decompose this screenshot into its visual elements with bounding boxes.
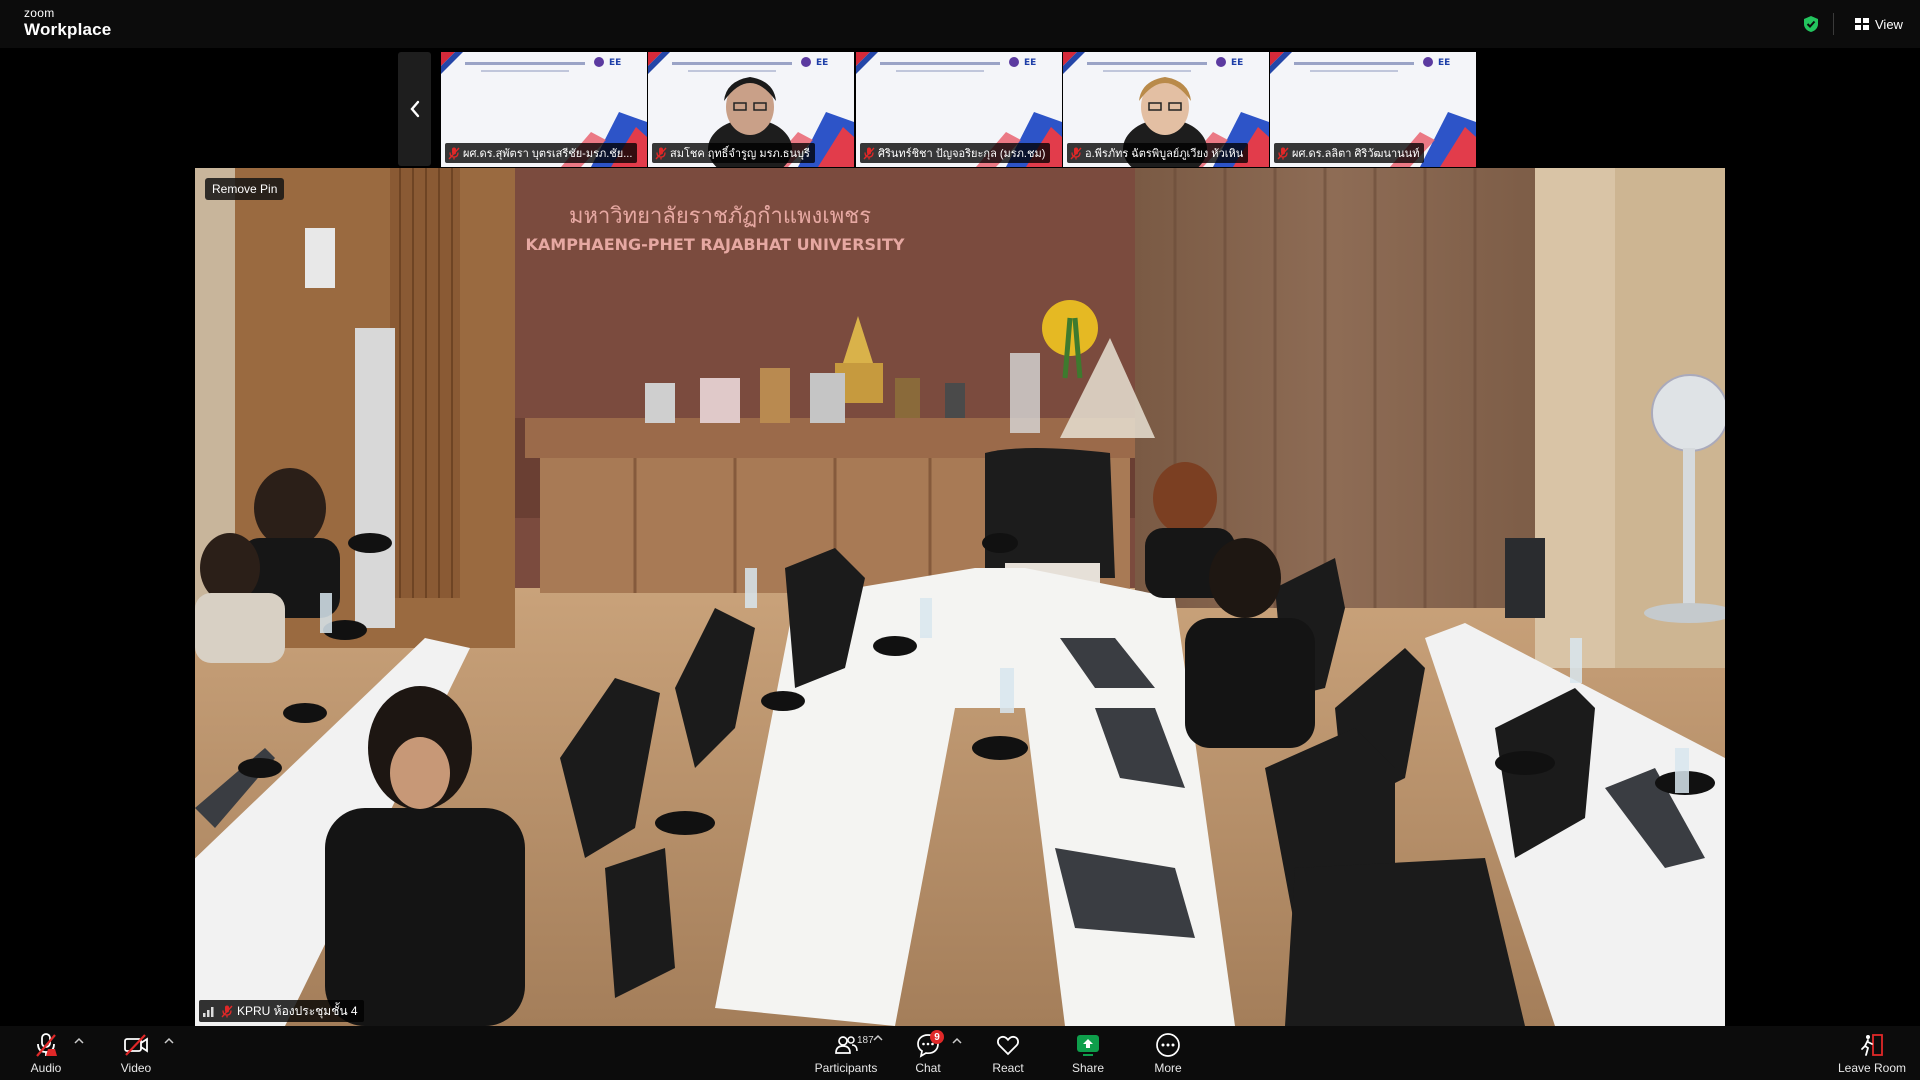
- strip-previous-button[interactable]: [398, 52, 431, 166]
- participant-nameplate: ผศ.ดร.สุพัตรา บุตรเสรีชัย-มรภ.ชัย...: [445, 143, 638, 163]
- brand-zoom-text: zoom: [24, 6, 55, 20]
- participants-options-chevron-up-icon[interactable]: [872, 1033, 884, 1043]
- chevron-left-icon: [409, 100, 419, 118]
- svg-text:EE: EE: [1231, 58, 1243, 68]
- share-label: Share: [1071, 1061, 1105, 1075]
- participant-nameplate: อ.พีรภัทร ฉัตรพิบูลย์ภูเวียง หัวเหิน: [1067, 143, 1249, 163]
- participant-nameplate: สมโชค ฤทธิ์จำรูญ มรภ.ธนบุรี: [652, 143, 815, 163]
- participant-name: สมโชค ฤทธิ์จำรูญ มรภ.ธนบุรี: [670, 148, 810, 160]
- encryption-shield-icon[interactable]: [1802, 15, 1820, 33]
- participants-label: Participants: [814, 1061, 878, 1075]
- heart-react-icon: [997, 1035, 1019, 1056]
- pinned-video[interactable]: มหาวิทยาลัยราชภัฏกำแพงเพชร KAMPHAENG-PHE…: [195, 168, 1725, 1026]
- muted-mic-icon: [221, 1005, 233, 1017]
- view-grid-icon: [1855, 18, 1869, 30]
- chat-unread-badge: 9: [930, 1030, 944, 1044]
- participant-thumbnail[interactable]: EE ผศ.ดร.ลลิตา ศิริวัฒนานนท์: [1270, 52, 1476, 167]
- participant-nameplate: ศิรินทร์ชิชา ปัญจอริยะกุล (มรภ.ชม): [860, 143, 1051, 163]
- participants-icon: [835, 1036, 858, 1054]
- share-screen-icon: [1077, 1035, 1099, 1056]
- pinned-participant-nameplate: KPRU ห้องประชุมชั้น 4: [199, 1000, 364, 1022]
- video-label: Video: [120, 1061, 152, 1075]
- participant-name: ศิรินทร์ชิชา ปัญจอริยะกุล (มรภ.ชม): [878, 148, 1046, 160]
- top-bar: zoom Workplace View: [0, 0, 1920, 48]
- muted-mic-icon: [1277, 147, 1289, 159]
- pinned-participant-name: KPRU ห้องประชุมชั้น 4: [237, 1003, 358, 1018]
- connection-signal-icon: [203, 1007, 214, 1017]
- share-button[interactable]: Share: [1064, 1026, 1112, 1080]
- svg-text:EE: EE: [816, 58, 828, 68]
- svg-text:EE: EE: [1024, 58, 1036, 68]
- participant-nameplate: ผศ.ดร.ลลิตา ศิริวัฒนานนท์: [1274, 143, 1425, 163]
- muted-mic-icon: [863, 147, 875, 159]
- view-button[interactable]: View: [1855, 14, 1903, 34]
- wall-sign-english: KAMPHAENG-PHET RAJABHAT UNIVERSITY: [525, 235, 904, 254]
- meeting-room-video-frame: มหาวิทยาลัยราชภัฏกำแพงเพชร KAMPHAENG-PHE…: [195, 168, 1725, 1026]
- more-label: More: [1154, 1061, 1182, 1075]
- wall-sign-thai: มหาวิทยาลัยราชภัฏกำแพงเพชร: [569, 204, 871, 229]
- audio-label: Audio: [30, 1061, 62, 1075]
- chat-button[interactable]: Chat: [905, 1026, 951, 1080]
- muted-mic-icon: [448, 147, 460, 159]
- leave-room-label: Leave Room: [1837, 1061, 1907, 1075]
- zoom-workplace-logo: zoom Workplace: [24, 7, 111, 38]
- video-off-camera-icon: [124, 1034, 148, 1056]
- video-button[interactable]: Video: [112, 1026, 160, 1080]
- meeting-toolbar: Audio Video Participants 187 Chat 9 Reac…: [0, 1026, 1920, 1080]
- chat-options-chevron-up-icon[interactable]: [951, 1036, 963, 1046]
- svg-text:EE: EE: [609, 58, 621, 68]
- participant-name: ผศ.ดร.ลลิตา ศิริวัฒนานนท์: [1292, 148, 1420, 160]
- remove-pin-button[interactable]: Remove Pin: [205, 178, 285, 200]
- top-bar-divider: [1833, 13, 1834, 35]
- video-options-chevron-up-icon[interactable]: [163, 1036, 175, 1046]
- brand-workplace-text: Workplace: [24, 20, 112, 39]
- leave-room-button[interactable]: Leave Room: [1836, 1026, 1908, 1080]
- more-button[interactable]: More: [1144, 1026, 1192, 1080]
- participant-thumbnail[interactable]: EE อ.พีรภัทร ฉัตรพิบูลย์ภูเวียง หัวเหิน: [1063, 52, 1269, 167]
- chat-label: Chat: [915, 1061, 941, 1075]
- participant-thumbnail[interactable]: EE ผศ.ดร.สุพัตรา บุตรเสรีชัย-มรภ.ชัย...: [441, 52, 647, 167]
- leave-door-icon: [1861, 1034, 1883, 1056]
- participant-thumbnail[interactable]: EE สมโชค ฤทธิ์จำรูญ มรภ.ธนบุรี: [648, 52, 854, 167]
- more-ellipsis-icon: [1156, 1033, 1180, 1057]
- audio-button[interactable]: Audio: [22, 1026, 70, 1080]
- participant-name: อ.พีรภัทร ฉัตรพิบูลย์ภูเวียง หัวเหิน: [1085, 148, 1244, 160]
- svg-text:EE: EE: [1438, 58, 1450, 68]
- react-label: React: [992, 1061, 1024, 1075]
- participant-name: ผศ.ดร.สุพัตรา บุตรเสรีชัย-มรภ.ชัย...: [463, 148, 633, 160]
- muted-mic-icon: [1070, 147, 1082, 159]
- react-button[interactable]: React: [984, 1026, 1032, 1080]
- participant-thumbnail[interactable]: EE ศิรินทร์ชิชา ปัญจอริยะกุล (มรภ.ชม): [856, 52, 1062, 167]
- muted-microphone-icon: [36, 1033, 57, 1057]
- audio-options-chevron-up-icon[interactable]: [73, 1036, 85, 1046]
- muted-mic-icon: [655, 147, 667, 159]
- view-button-label: View: [1875, 16, 1903, 32]
